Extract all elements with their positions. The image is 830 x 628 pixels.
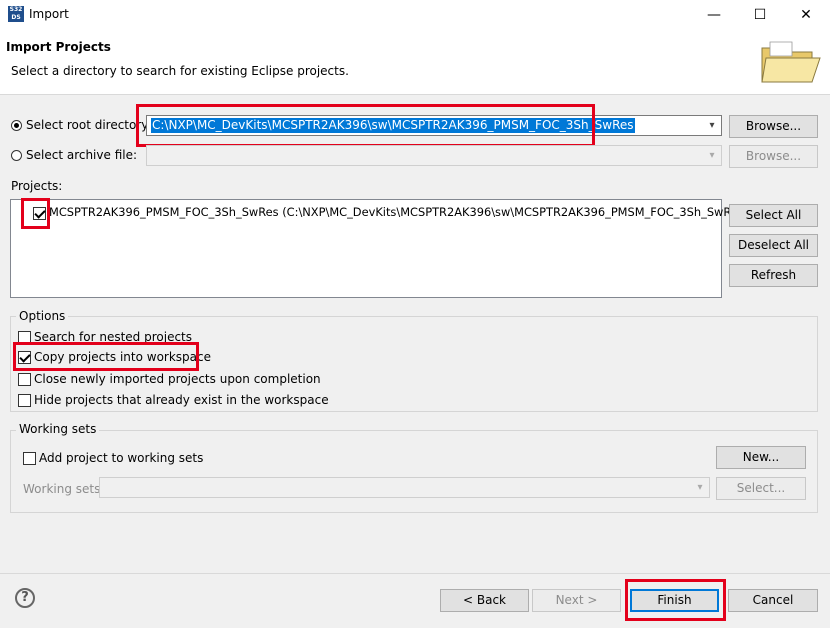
browse-root-button[interactable]: Browse... xyxy=(729,115,818,138)
root-directory-label: Select root directory: xyxy=(26,118,152,132)
projects-label: Projects: xyxy=(11,179,63,193)
chevron-down-icon[interactable]: ▾ xyxy=(705,148,719,163)
page-subtitle: Select a directory to search for existin… xyxy=(11,64,349,78)
working-sets-group xyxy=(10,430,818,513)
page-title: Import Projects xyxy=(6,40,111,54)
window-title: Import xyxy=(29,7,69,21)
app-icon-text: S32DS xyxy=(9,6,23,21)
browse-archive-button[interactable]: Browse... xyxy=(729,145,818,168)
archive-file-label: Select archive file: xyxy=(26,148,138,162)
back-button[interactable]: < Back xyxy=(440,589,529,612)
projects-list[interactable]: MCSPTR2AK396_PMSM_FOC_3Sh_SwRes (C:\NXP\… xyxy=(10,199,748,298)
folder-icon xyxy=(758,38,822,88)
archive-file-radio[interactable] xyxy=(11,150,22,161)
select-all-button[interactable]: Select All xyxy=(729,204,818,227)
deselect-all-button[interactable]: Deselect All xyxy=(729,234,818,257)
cancel-button[interactable]: Cancel xyxy=(728,589,818,612)
close-button[interactable]: ✕ xyxy=(783,0,829,30)
select-working-sets-button[interactable]: Select... xyxy=(716,477,806,500)
app-icon: S32DS xyxy=(8,6,24,22)
highlight-copy-into-workspace xyxy=(13,342,199,371)
highlight-project-checkbox xyxy=(21,198,50,229)
highlight-root-directory xyxy=(136,104,595,147)
help-icon[interactable]: ? xyxy=(15,588,35,608)
close-after-import-label: Close newly imported projects upon compl… xyxy=(34,372,321,386)
next-button[interactable]: Next > xyxy=(532,589,621,612)
working-sets-field-label: Working sets: xyxy=(23,482,105,496)
wizard-header xyxy=(0,30,830,95)
chevron-down-icon[interactable]: ▾ xyxy=(693,480,707,495)
hide-existing-checkbox[interactable] xyxy=(18,394,31,407)
hide-existing-label: Hide projects that already exist in the … xyxy=(34,393,329,407)
working-sets-combo[interactable]: ▾ xyxy=(99,477,710,498)
options-label: Options xyxy=(16,309,69,323)
add-to-working-sets-checkbox[interactable] xyxy=(23,452,36,465)
footer-divider xyxy=(0,573,830,574)
refresh-button[interactable]: Refresh xyxy=(729,264,818,287)
close-after-import-checkbox[interactable] xyxy=(18,373,31,386)
project-item-label[interactable]: MCSPTR2AK396_PMSM_FOC_3Sh_SwRes (C:\NXP\… xyxy=(49,205,748,219)
working-sets-label: Working sets xyxy=(16,422,100,436)
minimize-button[interactable]: — xyxy=(691,0,737,30)
chevron-down-icon[interactable]: ▾ xyxy=(705,118,719,133)
add-to-working-sets-label: Add project to working sets xyxy=(39,451,204,465)
highlight-finish-button xyxy=(625,579,726,621)
maximize-button[interactable]: ☐ xyxy=(737,0,783,30)
archive-file-combo[interactable]: ▾ xyxy=(146,145,722,166)
new-working-set-button[interactable]: New... xyxy=(716,446,806,469)
root-directory-radio[interactable] xyxy=(11,120,22,131)
